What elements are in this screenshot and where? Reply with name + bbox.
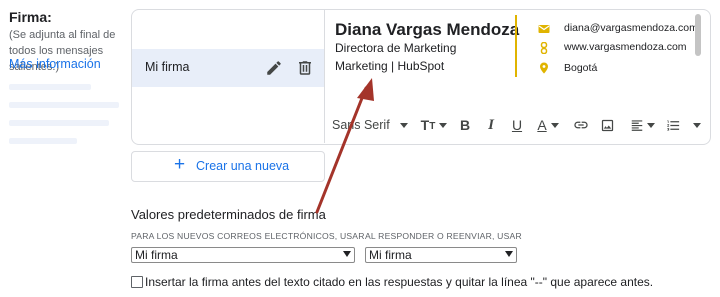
italic-button[interactable]: I xyxy=(481,112,501,138)
editor-scrollbar[interactable] xyxy=(695,14,701,56)
signature-list-item[interactable]: Mi firma xyxy=(132,49,324,87)
reply-forward-label: AL RESPONDER O REENVIAR, USAR xyxy=(365,231,522,241)
link-chain-icon xyxy=(538,41,550,55)
link-icon[interactable] xyxy=(571,112,591,138)
more-icon[interactable] xyxy=(689,112,705,138)
insert-before-quote-checkbox[interactable] xyxy=(131,276,143,288)
reply-signature-value: Mi firma xyxy=(369,248,412,262)
signature-accent-divider xyxy=(515,15,517,77)
signature-location: Bogotá xyxy=(564,62,598,74)
text-color-icon: A xyxy=(537,117,547,133)
new-emails-signature-select[interactable]: Mi firma xyxy=(131,247,355,263)
annotation-arrow xyxy=(315,78,374,214)
more-info-link[interactable]: Más información xyxy=(9,57,101,71)
text-color-button[interactable]: A xyxy=(533,112,563,138)
chevron-down-icon xyxy=(343,251,351,257)
numbered-list-icon[interactable] xyxy=(661,112,685,138)
create-new-signature-button[interactable]: + Crear una nueva xyxy=(131,151,325,182)
text-size-icon[interactable]: TT xyxy=(419,112,449,138)
faded-artifacts xyxy=(9,80,129,150)
email-icon xyxy=(538,22,550,34)
new-emails-signature-value: Mi firma xyxy=(135,248,178,262)
signature-list: Mi firma xyxy=(131,9,325,143)
chevron-down-icon xyxy=(399,122,408,128)
bold-button[interactable]: B xyxy=(455,112,475,138)
signature-name: Diana Vargas Mendoza xyxy=(335,20,520,39)
chevron-down-icon xyxy=(505,251,513,257)
signature-role: Directora de Marketing xyxy=(335,41,457,55)
new-emails-label: PARA LOS NUEVOS CORREOS ELECTRÓNICOS, US… xyxy=(131,231,365,241)
align-left-icon[interactable] xyxy=(627,112,657,138)
create-new-label: Crear una nueva xyxy=(196,159,290,173)
firma-title: Firma: xyxy=(9,9,52,25)
plus-icon: + xyxy=(174,154,186,175)
pencil-icon[interactable] xyxy=(265,59,283,77)
underline-button[interactable]: U xyxy=(507,112,527,138)
image-icon[interactable] xyxy=(597,112,617,138)
signature-website: www.vargasmendoza.com xyxy=(564,41,687,53)
location-pin-icon xyxy=(538,61,550,74)
insert-before-quote-label: Insertar la firma antes del texto citado… xyxy=(145,275,654,289)
defaults-title: Valores predeterminados de firma xyxy=(131,207,326,222)
signature-list-item-label: Mi firma xyxy=(145,60,190,74)
signature-email: diana@vargasmendoza.com xyxy=(564,22,698,34)
reply-signature-select[interactable]: Mi firma xyxy=(365,247,517,263)
